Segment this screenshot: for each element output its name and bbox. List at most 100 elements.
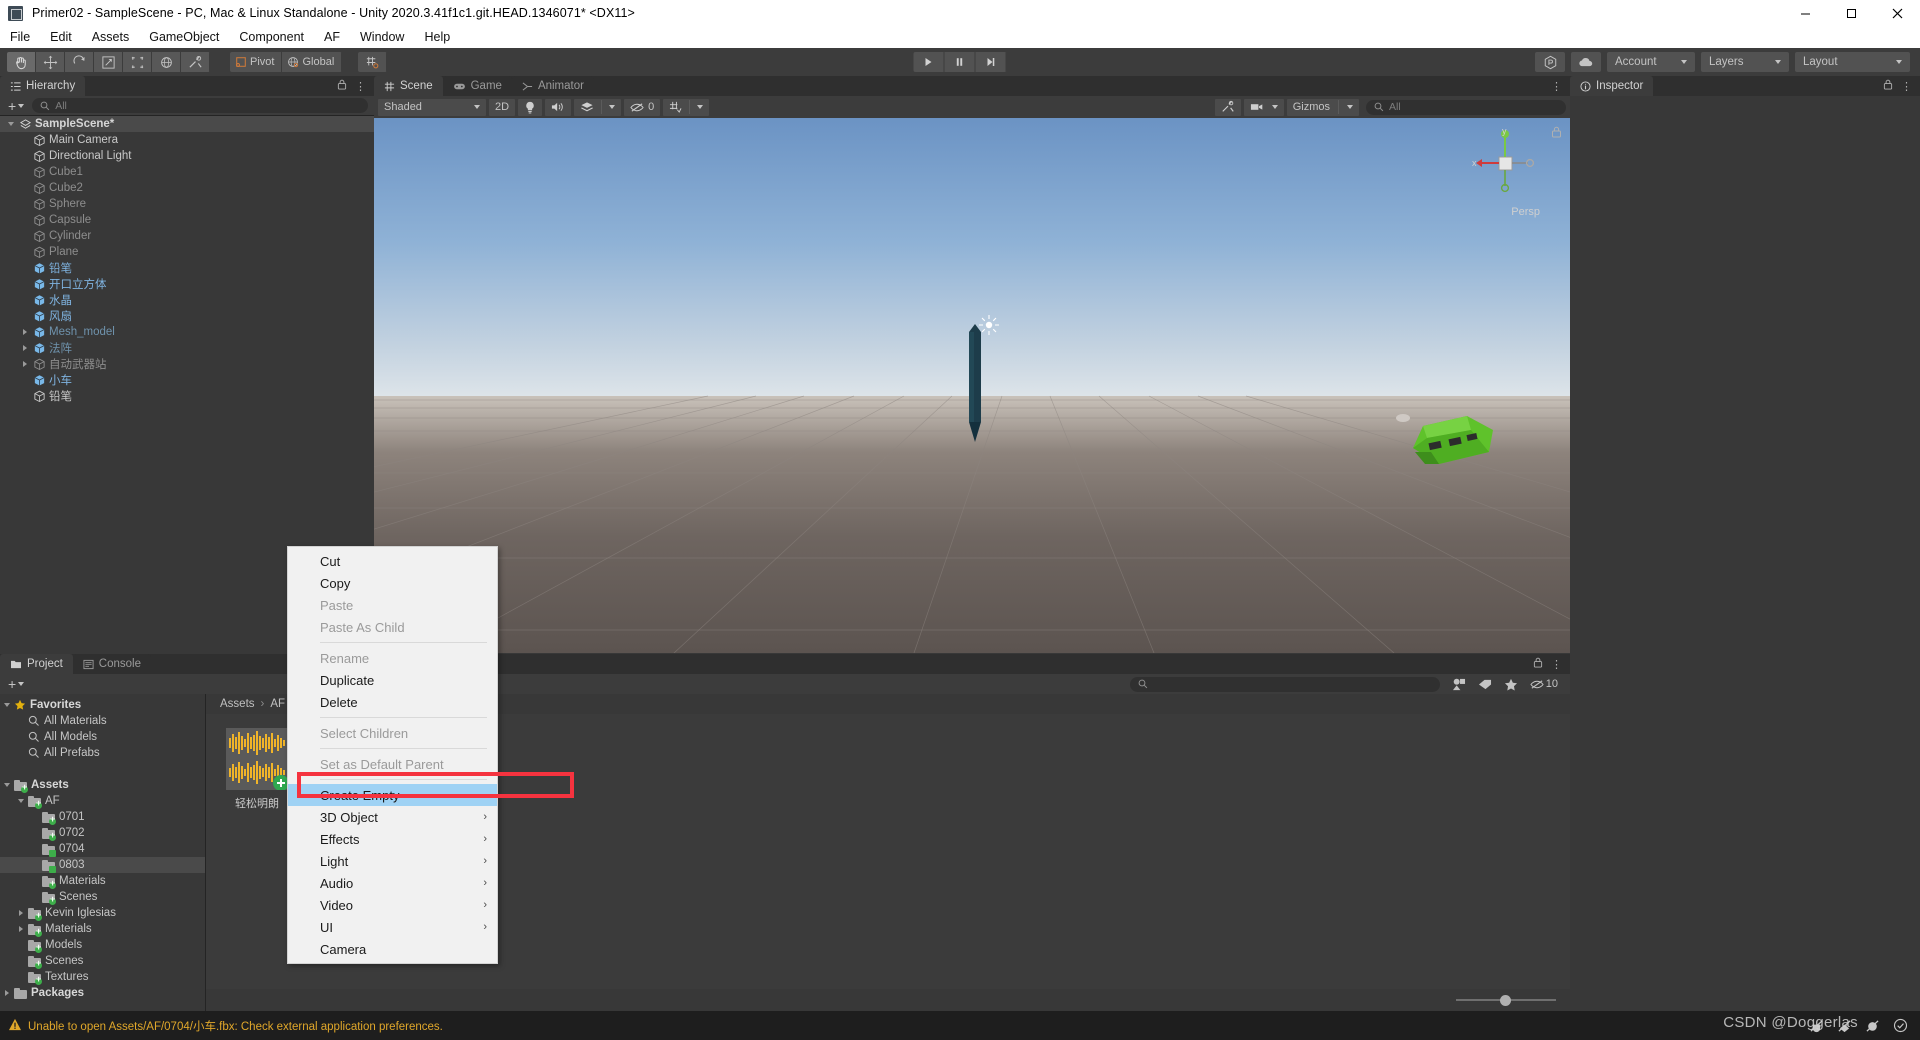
custom-tool-icon[interactable] — [181, 52, 210, 72]
twisty-open-icon[interactable] — [0, 703, 14, 707]
hierarchy-item[interactable]: Cylinder — [0, 228, 374, 244]
project-search-input[interactable] — [1129, 676, 1440, 692]
hand-tool-icon[interactable] — [7, 52, 36, 72]
project-tree-item[interactable]: Models — [0, 937, 205, 953]
scene-grid-dropdown[interactable] — [663, 98, 710, 116]
context-menu-item[interactable]: Copy — [288, 572, 497, 594]
tab-console[interactable]: Console — [72, 654, 151, 674]
rect-tool-icon[interactable] — [123, 52, 152, 72]
menu-assets[interactable]: Assets — [82, 26, 140, 48]
hierarchy-item[interactable]: 小车 — [0, 372, 374, 388]
global-toggle[interactable]: Global — [282, 52, 343, 72]
tab-inspector[interactable]: Inspector — [1570, 76, 1654, 96]
scene-fx-dropdown[interactable] — [574, 98, 622, 116]
play-button[interactable] — [913, 52, 945, 72]
project-tree-item[interactable]: Scenes — [0, 953, 205, 969]
scene-menu-icon[interactable]: ⋮ — [1551, 81, 1562, 93]
scene-hidden-objects[interactable]: 0 — [624, 98, 661, 116]
context-menu-item[interactable]: Video › — [288, 894, 497, 916]
menu-file[interactable]: File — [0, 26, 40, 48]
context-menu-item[interactable]: UI › — [288, 916, 497, 938]
twisty-closed-icon[interactable] — [0, 990, 14, 996]
minimize-button[interactable] — [1782, 0, 1828, 26]
scene-tools-icon[interactable] — [1214, 98, 1241, 116]
project-lock-icon[interactable] — [1533, 657, 1543, 671]
project-tree-item[interactable]: All Models — [0, 729, 205, 745]
project-menu-icon[interactable]: ⋮ — [1551, 658, 1562, 671]
asset-item[interactable]: 轻松明朗 — [220, 728, 294, 811]
scene-lock-icon[interactable] — [1551, 126, 1562, 141]
context-menu-item[interactable]: Audio › — [288, 872, 497, 894]
menu-component[interactable]: Component — [229, 26, 314, 48]
hierarchy-menu-icon[interactable]: ⋮ — [355, 80, 366, 93]
scene-search-input[interactable]: All — [1366, 99, 1566, 115]
menu-help[interactable]: Help — [414, 26, 460, 48]
project-tree-item[interactable]: AF — [0, 793, 205, 809]
project-tree-item[interactable]: Materials — [0, 873, 205, 889]
tab-hierarchy[interactable]: Hierarchy — [0, 76, 86, 96]
scene-camera-dropdown[interactable] — [1243, 98, 1284, 116]
scene-object-small[interactable] — [1396, 414, 1410, 422]
collab-icon[interactable] — [1535, 52, 1565, 72]
hierarchy-item[interactable]: Mesh_model — [0, 324, 374, 340]
tab-animator[interactable]: Animator — [511, 76, 594, 96]
menu-gameobject[interactable]: GameObject — [139, 26, 229, 48]
context-menu-item[interactable]: Light › — [288, 850, 497, 872]
context-menu-item[interactable]: Create Empty — [288, 784, 497, 806]
scene-light-gizmo[interactable] — [978, 314, 1000, 336]
menu-edit[interactable]: Edit — [40, 26, 82, 48]
scene-lighting-icon[interactable] — [518, 98, 543, 116]
project-tree-item[interactable]: Scenes — [0, 889, 205, 905]
project-tree-item[interactable]: Favorites — [0, 697, 205, 713]
shading-mode-dropdown[interactable]: Shaded — [378, 98, 486, 116]
twisty-closed-icon[interactable] — [14, 910, 28, 916]
twisty-open-icon[interactable] — [0, 783, 14, 787]
hierarchy-item[interactable]: 铅笔 — [0, 260, 374, 276]
project-tree-item[interactable]: 0702 — [0, 825, 205, 841]
rotate-tool-icon[interactable] — [65, 52, 94, 72]
menu-window[interactable]: Window — [350, 26, 414, 48]
context-menu-item[interactable]: Duplicate — [288, 669, 497, 691]
layers-dropdown[interactable]: Layers — [1701, 52, 1789, 72]
twisty-open-icon[interactable] — [14, 799, 28, 803]
scene-object-pencil[interactable] — [960, 324, 990, 449]
twisty-closed-icon[interactable] — [18, 361, 31, 367]
project-tree-item[interactable]: 0803 — [0, 857, 205, 873]
tab-scene[interactable]: Scene — [374, 76, 443, 96]
layout-dropdown[interactable]: Layout — [1795, 52, 1910, 72]
hierarchy-item[interactable]: 开口立方体 — [0, 276, 374, 292]
scene-audio-icon[interactable] — [545, 98, 572, 116]
project-tree-item[interactable]: Packages — [0, 985, 205, 1001]
project-tree-item[interactable]: 0704 — [0, 841, 205, 857]
step-button[interactable] — [975, 52, 1007, 72]
context-menu-item[interactable]: Camera — [288, 938, 497, 960]
twisty-closed-icon[interactable] — [14, 926, 28, 932]
hierarchy-add-button[interactable]: + — [6, 98, 26, 114]
context-menu-item[interactable]: Cut — [288, 550, 497, 572]
check-circle-icon[interactable] — [1886, 1015, 1914, 1037]
breadcrumb-af[interactable]: AF — [270, 698, 285, 710]
slider-knob[interactable] — [1500, 995, 1511, 1006]
project-hidden-count[interactable]: 10 — [1524, 676, 1564, 693]
project-add-button[interactable]: + — [6, 676, 26, 692]
context-menu-item[interactable]: Effects › — [288, 828, 497, 850]
hierarchy-search-input[interactable]: All — [32, 98, 368, 113]
hierarchy-item[interactable]: Plane — [0, 244, 374, 260]
menu-af[interactable]: AF — [314, 26, 350, 48]
grid-snap-icon[interactable] — [358, 52, 388, 72]
account-dropdown[interactable]: Account — [1607, 52, 1695, 72]
hierarchy-item[interactable]: 法阵 — [0, 340, 374, 356]
scale-tool-icon[interactable] — [94, 52, 123, 72]
project-tree-item[interactable]: All Materials — [0, 713, 205, 729]
hierarchy-item[interactable]: 铅笔 — [0, 388, 374, 404]
scene-orientation-gizmo[interactable]: x y — [1470, 128, 1540, 198]
hierarchy-item[interactable]: 水晶 — [0, 292, 374, 308]
context-menu-item[interactable]: 3D Object › — [288, 806, 497, 828]
project-tree-item[interactable]: Materials — [0, 921, 205, 937]
hierarchy-item[interactable]: SampleScene* — [0, 116, 374, 132]
move-tool-icon[interactable] — [36, 52, 65, 72]
project-folder-tree[interactable]: Favorites All Materials All Models All Pref… — [0, 694, 206, 1011]
project-tree-item[interactable]: Assets — [0, 777, 205, 793]
gizmos-dropdown[interactable]: Gizmos — [1286, 98, 1359, 116]
breadcrumb-assets[interactable]: Assets — [220, 698, 255, 710]
